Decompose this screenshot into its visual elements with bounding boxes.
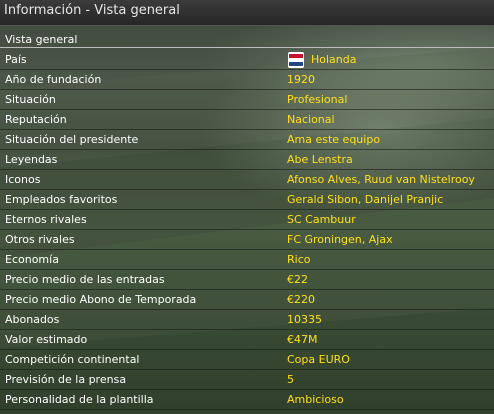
info-row: Leyendas Abe Lenstra xyxy=(0,150,494,170)
info-row: Competición continental Copa EURO xyxy=(0,350,494,370)
info-row: Situación Profesional xyxy=(0,90,494,110)
info-row-label: Leyendas xyxy=(5,153,58,166)
info-row-label: Abonados xyxy=(5,313,60,326)
info-row-label: Otros rivales xyxy=(5,233,75,246)
info-row-value: Afonso Alves, Ruud van Nistelrooy xyxy=(287,173,475,186)
info-row: Iconos Afonso Alves, Ruud van Nistelrooy xyxy=(0,170,494,190)
info-row-label: Reputación xyxy=(5,113,67,126)
info-row-label: Año de fundación xyxy=(5,73,102,86)
window-title: Información - Vista general xyxy=(4,3,180,18)
info-row-value: Profesional xyxy=(287,93,348,106)
info-row-label: Competición continental xyxy=(5,353,140,366)
info-row-label: Situación del presidente xyxy=(5,133,139,146)
info-row: Situación del presidente Ama este equipo xyxy=(0,130,494,150)
info-row-label: Previsión de la prensa xyxy=(5,373,127,386)
info-row: Año de fundación 1920 xyxy=(0,70,494,90)
info-row-value: Ama este equipo xyxy=(287,133,381,146)
info-row: Empleados favoritos Gerald Sibon, Danijel… xyxy=(0,190,494,210)
info-row-value: €22 xyxy=(287,273,308,286)
info-row-label: Personalidad de la plantilla xyxy=(5,393,154,406)
info-row-label: Precio medio de las entradas xyxy=(5,273,165,286)
info-row-value: Copa EURO xyxy=(287,353,350,366)
info-row-value: Ambicioso xyxy=(287,393,344,406)
info-row-label: País xyxy=(5,53,27,66)
overview-panel: Información - Vista general Vista genera… xyxy=(0,0,494,414)
info-row-label: Precio medio Abono de Temporada xyxy=(5,293,197,306)
info-row-value: 10335 xyxy=(287,313,322,326)
info-row-value: Abe Lenstra xyxy=(287,153,353,166)
info-row-value: FC Groningen, Ajax xyxy=(287,233,393,246)
info-row: Eternos rivales SC Cambuur xyxy=(0,210,494,230)
info-row-label: Valor estimado xyxy=(5,333,88,346)
info-row: Personalidad de la plantilla Ambicioso xyxy=(0,390,494,410)
info-row-value: 5 xyxy=(287,373,294,386)
info-row-label: Empleados favoritos xyxy=(5,193,118,206)
info-row: Valor estimado €47M xyxy=(0,330,494,350)
info-row-value: 1920 xyxy=(287,73,315,86)
info-row-value: Nacional xyxy=(287,113,335,126)
info-row: País Holanda xyxy=(0,50,494,70)
info-row: Economía Rico xyxy=(0,250,494,270)
netherlands-flag-icon xyxy=(288,52,304,68)
info-row-label: Iconos xyxy=(5,173,41,186)
info-row-value: Rico xyxy=(287,253,311,266)
info-row-label: Economía xyxy=(5,253,59,266)
info-row-label: Situación xyxy=(5,93,56,106)
info-row: Otros rivales FC Groningen, Ajax xyxy=(0,230,494,250)
window-title-bar: Información - Vista general xyxy=(0,0,494,26)
info-row-value: SC Cambuur xyxy=(287,213,356,226)
info-row: Precio medio Abono de Temporada €220 xyxy=(0,290,494,310)
info-row: Abonados 10335 xyxy=(0,310,494,330)
section-title: Vista general xyxy=(5,33,78,46)
info-row-value: €220 xyxy=(287,293,315,306)
info-row: Previsión de la prensa 5 xyxy=(0,370,494,390)
info-row: Reputación Nacional xyxy=(0,110,494,130)
section-header: Vista general xyxy=(0,31,494,48)
info-row-value: Gerald Sibon, Danijel Pranjic xyxy=(287,193,444,206)
info-row: Precio medio de las entradas €22 xyxy=(0,270,494,290)
info-row-value: €47M xyxy=(287,333,318,346)
info-row-label: Eternos rivales xyxy=(5,213,87,226)
info-row-value: Holanda xyxy=(311,53,357,66)
